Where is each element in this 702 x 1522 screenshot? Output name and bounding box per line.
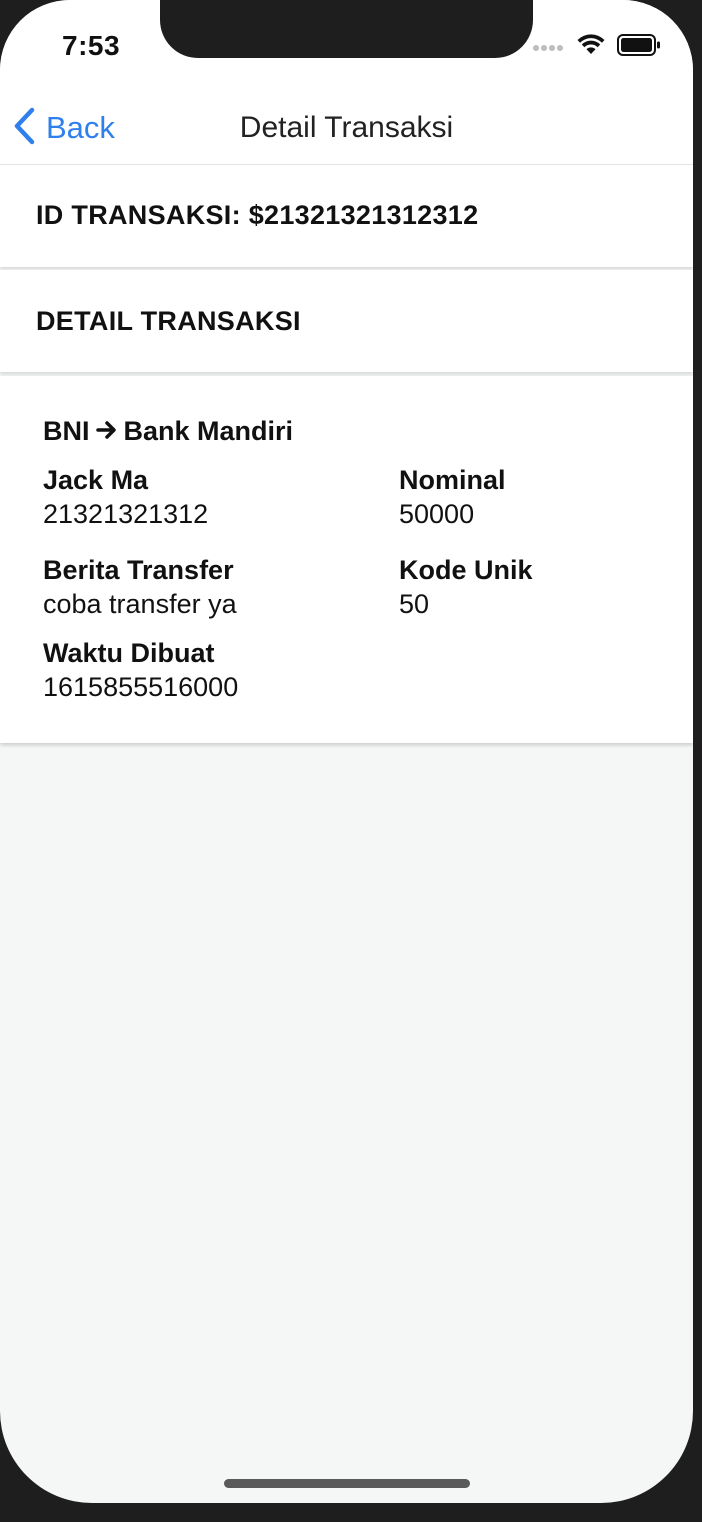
wifi-icon — [577, 34, 605, 61]
transaction-id-card: ID TRANSAKSI: $21321321312312 — [0, 165, 693, 267]
home-indicator[interactable] — [224, 1479, 470, 1488]
status-bar: 7:53 — [0, 0, 693, 92]
kode-unik-value: 50 — [399, 589, 430, 619]
route-to-bank: Bank Mandiri — [123, 416, 294, 446]
status-icons — [533, 34, 661, 61]
recipient-field: Jack Ma 21321321312 — [43, 463, 208, 531]
kode-unik-label: Kode Unik — [399, 555, 533, 585]
phone-screen: 7:53 Back Detail Transaksi ID TRANSAKSI:… — [0, 0, 693, 1503]
nominal-value: 50000 — [399, 499, 475, 529]
waktu-dibuat-label: Waktu Dibuat — [43, 638, 215, 668]
section-header-card: DETAIL TRANSAKSI — [0, 270, 693, 372]
arrow-right-icon — [95, 416, 118, 447]
notch — [160, 0, 533, 58]
berita-transfer-label: Berita Transfer — [43, 555, 234, 585]
berita-transfer-field: Berita Transfer coba transfer ya — [43, 553, 237, 621]
recipient-account-number: 21321321312 — [43, 499, 209, 529]
status-time: 7:53 — [62, 30, 121, 61]
recipient-name: Jack Ma — [43, 465, 149, 495]
route-from-bank: BNI — [43, 416, 90, 446]
battery-icon — [617, 34, 661, 61]
waktu-dibuat-value: 1615855516000 — [43, 672, 239, 702]
navigation-bar: Back Detail Transaksi — [0, 92, 693, 165]
nominal-field: Nominal 50000 — [399, 463, 506, 531]
nominal-label: Nominal — [399, 465, 506, 495]
transaction-id-text: ID TRANSAKSI: $21321321312312 — [36, 200, 479, 230]
page-title: Detail Transaksi — [239, 111, 454, 144]
transaction-detail-card: BNI Bank Mandiri Jack Ma 21321321312 Nom… — [0, 376, 693, 743]
section-title: DETAIL TRANSAKSI — [36, 306, 301, 336]
cellular-signal-icon — [533, 39, 565, 57]
waktu-dibuat-field: Waktu Dibuat 1615855516000 — [43, 636, 238, 704]
bank-route: BNI Bank Mandiri — [43, 416, 293, 447]
berita-transfer-value: coba transfer ya — [43, 589, 237, 619]
kode-unik-field: Kode Unik 50 — [399, 553, 533, 621]
